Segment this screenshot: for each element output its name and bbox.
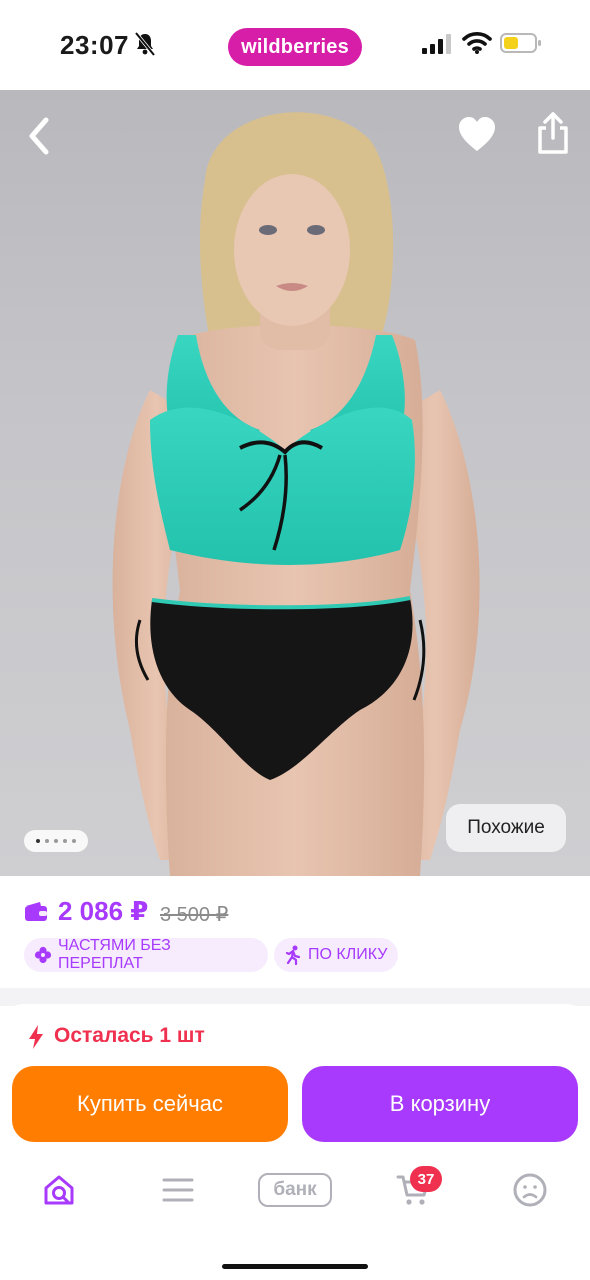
installments-label: ЧАСТЯМИ БЕЗ ПЕРЕПЛАТ (58, 937, 171, 972)
gallery-dot (36, 839, 40, 843)
installments-badge[interactable]: ЧАСТЯМИ БЕЗ ПЕРЕПЛАТ (24, 937, 268, 972)
status-time: 23:07 (60, 30, 129, 60)
bell-muted-icon (134, 31, 156, 57)
one-click-label: ПО КЛИКУ (308, 946, 388, 963)
stock-left-label: Осталась 1 шт (54, 1024, 205, 1047)
current-price: 2 086 ₽ (58, 896, 149, 926)
status-bar: 23:07 wildberries (0, 0, 590, 90)
gallery-dot (54, 839, 58, 843)
home-indicator (222, 1264, 368, 1269)
wallet-icon (25, 902, 47, 921)
cart-count-badge: 37 (410, 1166, 442, 1192)
favorite-heart-icon[interactable] (456, 114, 498, 156)
similar-button[interactable]: Похожие (446, 804, 566, 852)
installments-icon (34, 946, 52, 964)
battery-low-icon (500, 33, 541, 53)
signal-icon (422, 34, 451, 54)
menu-icon (162, 1178, 194, 1202)
brand-logo: wildberries (228, 28, 362, 66)
gallery-dot (63, 839, 67, 843)
action-panel: Осталась 1 шт Купить сейчас В корзину (0, 1004, 590, 1280)
tab-catalog[interactable] (156, 1166, 200, 1214)
old-price: 3 500 ₽ (160, 904, 229, 926)
tab-bank[interactable]: банк (256, 1166, 334, 1214)
add-to-cart-button[interactable]: В корзину (302, 1066, 578, 1142)
tab-profile[interactable] (508, 1166, 552, 1214)
running-person-icon (285, 945, 301, 965)
wifi-icon (462, 32, 492, 54)
share-icon[interactable] (534, 110, 572, 156)
gallery-dot (72, 839, 76, 843)
profile-icon (513, 1173, 547, 1207)
bottom-tab-bar: банк 37 (0, 1152, 590, 1236)
bank-label: банк (258, 1173, 332, 1207)
model-illustration (112, 112, 480, 876)
buy-now-button[interactable]: Купить сейчас (12, 1066, 288, 1142)
back-icon[interactable] (20, 112, 60, 160)
price-block: 2 086 ₽ 3 500 ₽ ЧАСТЯМИ БЕЗ ПЕРЕПЛАТ ПО … (0, 876, 590, 988)
product-photo[interactable]: Похожие (0, 90, 590, 876)
home-search-icon (44, 1175, 74, 1205)
gallery-dot (45, 839, 49, 843)
lightning-icon (29, 1025, 43, 1049)
gallery-pagination (24, 830, 88, 852)
one-click-badge[interactable]: ПО КЛИКУ (274, 938, 398, 972)
tab-home[interactable] (38, 1166, 82, 1214)
